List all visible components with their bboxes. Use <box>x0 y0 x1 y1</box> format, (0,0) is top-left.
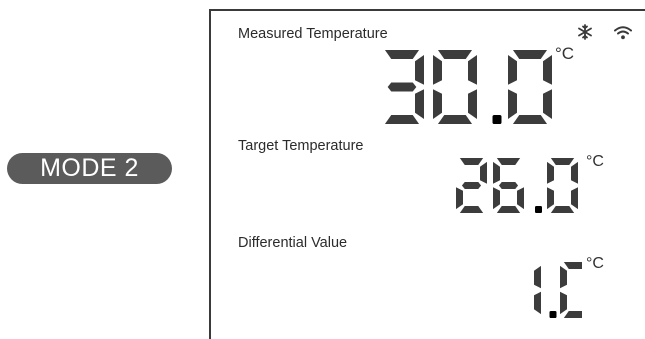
segment-b <box>571 161 578 184</box>
digit-6 <box>493 158 524 213</box>
segment-b <box>468 54 477 85</box>
segment-d <box>512 115 548 124</box>
target-temperature-unit: °C <box>586 153 604 170</box>
segment-f <box>493 161 500 184</box>
segment-e <box>508 89 517 120</box>
segment-c <box>517 187 524 210</box>
segment-a <box>384 50 420 59</box>
digit-0 <box>560 262 582 318</box>
segment-c <box>415 89 424 120</box>
decimal-point <box>549 311 557 318</box>
measured-temperature-unit: °C <box>555 44 575 63</box>
segment-a <box>496 158 521 165</box>
segment-g <box>498 182 519 189</box>
mode-label: MODE 2 <box>40 154 139 182</box>
segment-e <box>560 291 567 315</box>
segment-f <box>508 54 517 85</box>
snowflake-icon <box>578 24 592 40</box>
segment-c <box>534 291 541 315</box>
decimal-point <box>492 115 502 124</box>
segment-d <box>550 206 575 213</box>
segment-f <box>547 161 554 184</box>
digit-0 <box>508 50 552 124</box>
mode-badge[interactable]: MODE 2 <box>7 153 172 184</box>
segment-c <box>571 187 578 210</box>
segment-b <box>534 265 541 289</box>
measured-temperature-label: Measured Temperature <box>238 26 388 42</box>
segment-f <box>560 265 567 289</box>
digit-0 <box>547 158 578 213</box>
segment-f <box>433 54 442 85</box>
segment-a <box>512 50 548 59</box>
differential-value-readout <box>534 262 582 318</box>
segment-b <box>415 54 424 85</box>
segment-a <box>459 158 484 165</box>
segment-c <box>543 89 552 120</box>
segment-e <box>493 187 500 210</box>
segment-g <box>387 82 417 92</box>
segment-d <box>437 115 473 124</box>
wifi-icon <box>614 26 632 40</box>
segment-b <box>543 54 552 85</box>
decimal-point <box>535 206 542 213</box>
digit-1 <box>534 265 541 315</box>
digit-2 <box>456 158 487 213</box>
segment-g <box>461 182 482 189</box>
segment-e <box>547 187 554 210</box>
segment-d <box>496 206 521 213</box>
segment-d <box>384 115 420 124</box>
digit-3 <box>384 50 424 124</box>
segment-d <box>459 206 484 213</box>
segment-a <box>550 158 575 165</box>
differential-value-label: Differential Value <box>238 235 348 251</box>
target-temperature-label: Target Temperature <box>238 138 364 154</box>
segment-c <box>468 89 477 120</box>
segment-e <box>456 187 463 210</box>
differential-value-unit: °C <box>586 255 604 272</box>
segment-e <box>433 89 442 120</box>
digit-0 <box>433 50 477 124</box>
segment-a <box>437 50 473 59</box>
measured-temperature-readout <box>384 50 552 124</box>
segment-d <box>563 311 582 318</box>
segment-a <box>563 262 582 269</box>
segment-b <box>480 161 487 184</box>
target-temperature-readout <box>456 158 578 213</box>
